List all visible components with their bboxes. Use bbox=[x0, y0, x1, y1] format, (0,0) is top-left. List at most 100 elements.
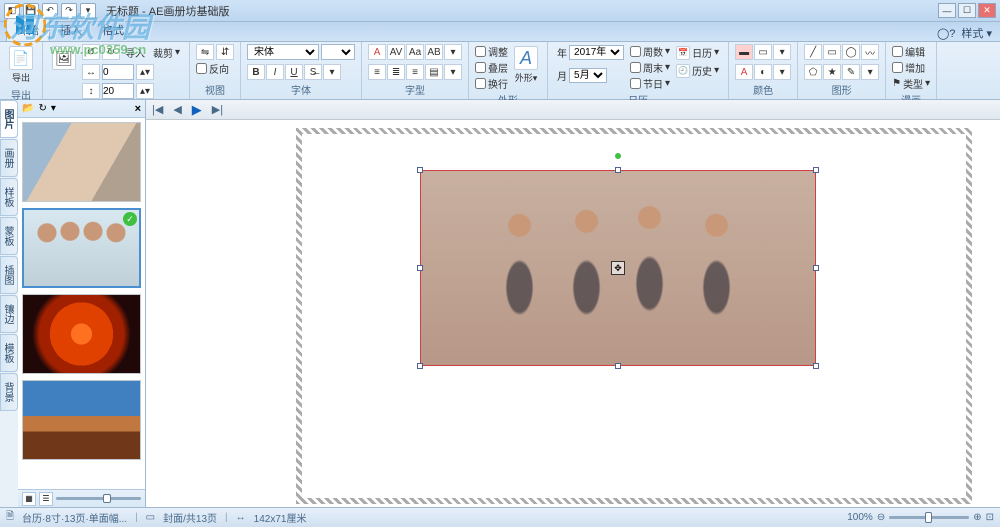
resize-handle-bl[interactable] bbox=[417, 363, 423, 369]
graphic-curve-icon[interactable]: 〰 bbox=[861, 44, 879, 60]
graphic-more-icon[interactable]: ▾ bbox=[861, 64, 879, 80]
color-line-icon[interactable]: ▭ bbox=[754, 44, 772, 60]
weeks-checkbox[interactable]: 周数▾ bbox=[630, 44, 670, 59]
sidetab-border[interactable]: 镶边 bbox=[0, 295, 18, 333]
month-select[interactable]: 5月 bbox=[569, 68, 607, 83]
refresh-icon[interactable]: ↻ bbox=[38, 103, 46, 114]
minimize-button[interactable]: — bbox=[938, 3, 956, 18]
resize-handle-br[interactable] bbox=[813, 363, 819, 369]
photo-rotate-button[interactable]: 🖼 bbox=[49, 44, 79, 72]
fit-value-input[interactable] bbox=[102, 64, 134, 80]
qat-undo-icon[interactable]: ↶ bbox=[42, 3, 58, 19]
zoom-in-button[interactable]: ⊕ bbox=[973, 512, 981, 523]
nav-prev-button[interactable]: ◀ bbox=[173, 103, 181, 116]
year-select[interactable]: 2017年 bbox=[569, 45, 624, 60]
fit-horiz-icon[interactable]: ↔ bbox=[82, 64, 100, 80]
list-icon[interactable]: ☰ bbox=[39, 492, 53, 506]
export-button[interactable]: 📄 导出 bbox=[6, 44, 36, 86]
tab-format[interactable]: 格式 bbox=[92, 19, 134, 41]
thumbnail-list[interactable]: ✓ bbox=[18, 118, 145, 489]
resize-handle-ml[interactable] bbox=[417, 265, 423, 271]
spin-icon[interactable]: ▴▾ bbox=[136, 64, 154, 80]
fill-value-input[interactable] bbox=[102, 83, 134, 99]
crop-button[interactable]: 裁剪▾ bbox=[150, 44, 183, 61]
color-more1-icon[interactable]: ▾ bbox=[773, 44, 791, 60]
edit-checkbox[interactable]: 编辑 bbox=[892, 44, 930, 59]
style-dropdown[interactable]: 样式 ▾ bbox=[961, 25, 992, 41]
spin2-icon[interactable]: ▴▾ bbox=[136, 83, 154, 99]
move-handle-icon[interactable]: ✥ bbox=[611, 261, 625, 275]
color-a-icon[interactable]: A bbox=[735, 64, 753, 80]
glyph-av-icon[interactable]: AV bbox=[387, 44, 405, 60]
shape-button[interactable]: A 外形▾ bbox=[511, 44, 541, 86]
graphic-line-icon[interactable]: ╱ bbox=[804, 44, 822, 60]
nav-play-button[interactable]: ▶ bbox=[192, 102, 202, 118]
nav-next-button[interactable]: ▶| bbox=[212, 103, 223, 116]
import-button[interactable]: 导入 bbox=[122, 44, 148, 61]
grid-icon[interactable]: ▦ bbox=[22, 492, 36, 506]
align-just-icon[interactable]: ▤ bbox=[425, 64, 443, 80]
sidetab-template[interactable]: 模板 bbox=[0, 334, 18, 372]
flip-v-icon[interactable]: ⇵ bbox=[216, 44, 234, 60]
fit-vert-icon[interactable]: ↕ bbox=[82, 83, 100, 99]
align-right-icon[interactable]: ≡ bbox=[406, 64, 424, 80]
help-icon[interactable]: ◯? bbox=[937, 27, 955, 40]
glyph-aa-icon[interactable]: Aa bbox=[406, 44, 424, 60]
reverse-checkbox[interactable]: 反向 bbox=[196, 61, 234, 76]
qat-save-icon[interactable]: 💾 bbox=[23, 3, 39, 19]
wrap-checkbox[interactable]: 换行 bbox=[475, 76, 508, 91]
rotate-right-icon[interactable]: ↻ bbox=[102, 44, 120, 60]
graphic-circ-icon[interactable]: ◯ bbox=[842, 44, 860, 60]
zoom-out-button[interactable]: ⊖ bbox=[877, 512, 885, 523]
qat-dropdown-icon[interactable]: ▾ bbox=[80, 3, 96, 19]
strike-button[interactable]: S̶ bbox=[304, 64, 322, 80]
sidetab-sample[interactable]: 样板 bbox=[0, 178, 18, 216]
flip-h-icon[interactable]: ⇋ bbox=[196, 44, 214, 60]
thumbnail-item[interactable] bbox=[22, 294, 141, 374]
graphic-rect-icon[interactable]: ▭ bbox=[823, 44, 841, 60]
color-b-icon[interactable]: ◐ bbox=[754, 64, 772, 80]
font-size-select[interactable] bbox=[321, 44, 355, 60]
page-frame[interactable]: ✥ bbox=[296, 128, 972, 504]
color-more2-icon[interactable]: ▾ bbox=[773, 64, 791, 80]
holiday-checkbox[interactable]: 节日▾ bbox=[630, 76, 670, 91]
history-button[interactable]: 🕘历史▾ bbox=[673, 62, 722, 79]
rotate-left-icon[interactable]: ↺ bbox=[82, 44, 100, 60]
thumbnail-item[interactable] bbox=[22, 122, 141, 202]
glyph-more-icon[interactable]: ▾ bbox=[444, 44, 462, 60]
close-button[interactable]: ✕ bbox=[978, 3, 996, 18]
resize-handle-bm[interactable] bbox=[615, 363, 621, 369]
tab-insert[interactable]: 插入 bbox=[50, 19, 92, 41]
zoom-fit-button[interactable]: ⊡ bbox=[986, 512, 994, 523]
color-fill-icon[interactable]: ▬ bbox=[735, 44, 753, 60]
thumbnail-item[interactable] bbox=[22, 380, 141, 460]
qat-redo-icon[interactable]: ↷ bbox=[61, 3, 77, 19]
append-checkbox[interactable]: 增加 bbox=[892, 60, 930, 75]
nav-first-button[interactable]: |◀ bbox=[152, 103, 163, 116]
resize-handle-mr[interactable] bbox=[813, 265, 819, 271]
underline-button[interactable]: U bbox=[285, 64, 303, 80]
sidetab-image[interactable]: 图片 bbox=[0, 100, 18, 138]
font-more-button[interactable]: ▾ bbox=[323, 64, 341, 80]
panel-close-icon[interactable]: × bbox=[135, 103, 141, 115]
graphic-poly-icon[interactable]: ⬠ bbox=[804, 64, 822, 80]
glyph-a1-icon[interactable]: A bbox=[368, 44, 386, 60]
graphic-star-icon[interactable]: ★ bbox=[823, 64, 841, 80]
adjust-checkbox[interactable]: 调整 bbox=[475, 44, 508, 59]
rotate-handle[interactable] bbox=[615, 153, 621, 159]
bold-button[interactable]: B bbox=[247, 64, 265, 80]
align-left-icon[interactable]: ≡ bbox=[368, 64, 386, 80]
qat-app-icon[interactable]: ◧ bbox=[4, 3, 20, 19]
thumbnail-item[interactable]: ✓ bbox=[22, 208, 141, 288]
dropdown-icon[interactable]: ▾ bbox=[51, 103, 56, 114]
resize-handle-tr[interactable] bbox=[813, 167, 819, 173]
resize-handle-tm[interactable] bbox=[615, 167, 621, 173]
sidetab-background[interactable]: 背景 bbox=[0, 373, 18, 411]
italic-button[interactable]: I bbox=[266, 64, 284, 80]
weekend-checkbox[interactable]: 周末▾ bbox=[630, 60, 670, 75]
sidetab-album[interactable]: 画册 bbox=[0, 139, 18, 177]
align-center-icon[interactable]: ≣ bbox=[387, 64, 405, 80]
sidetab-mask[interactable]: 蒙板 bbox=[0, 217, 18, 255]
glyph-ab-icon[interactable]: AB bbox=[425, 44, 443, 60]
font-family-select[interactable]: 宋体 bbox=[247, 44, 319, 60]
